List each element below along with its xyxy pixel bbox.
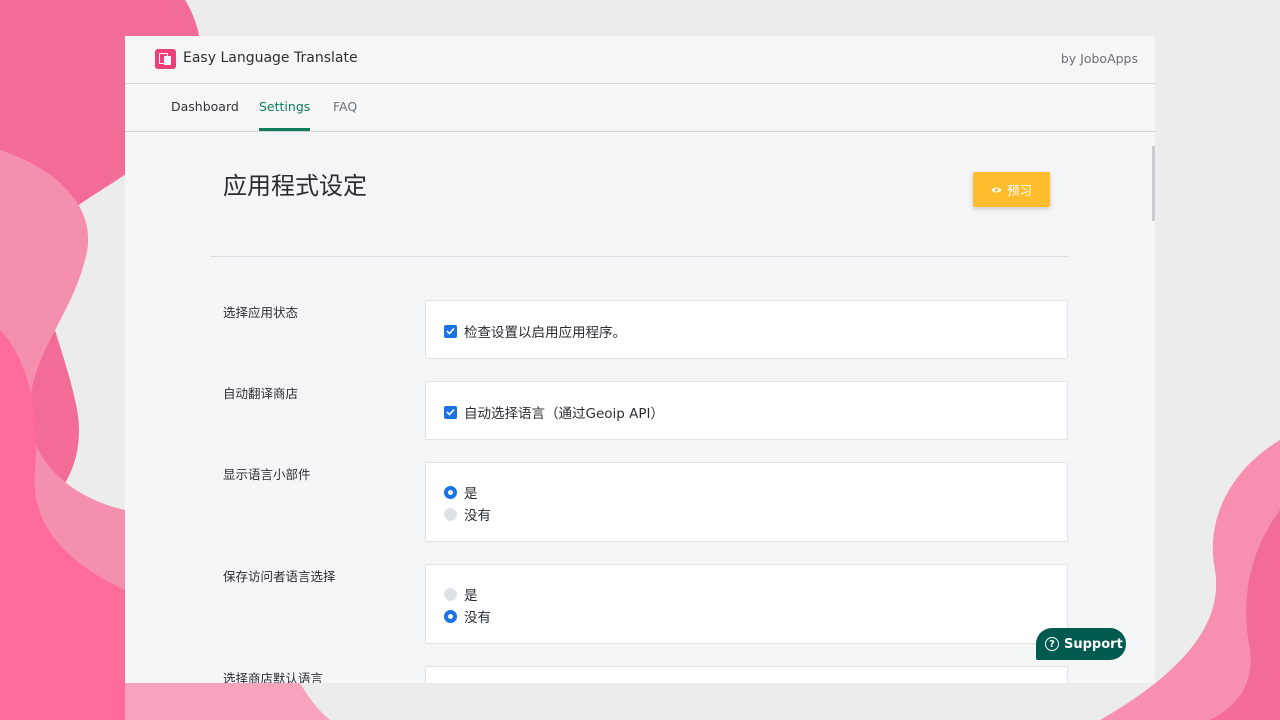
enable-app-option-label: 检查设置以启用应用程序。 — [464, 325, 626, 341]
settings-content: 应用程式设定 预习 选择应用状态 检查设置以启用应用程序。 自动翻译商店 自动选… — [125, 132, 1155, 683]
show-widget-label: 显示语言小部件 — [223, 467, 311, 482]
save-choice-card: 是 没有 — [425, 564, 1068, 644]
save-choice-no-label: 没有 — [464, 610, 491, 626]
tab-faq[interactable]: FAQ — [333, 84, 357, 131]
save-choice-yes-label: 是 — [464, 588, 478, 604]
app-logo-icon — [155, 49, 176, 69]
eye-icon — [991, 187, 1002, 192]
default-language-card: 英语 — [425, 666, 1068, 683]
save-choice-no-radio[interactable]: 没有 — [444, 606, 491, 626]
app-header: Easy Language Translate by JoboApps — [125, 36, 1155, 84]
checkbox-checked-icon — [444, 324, 457, 338]
tab-dashboard[interactable]: Dashboard — [171, 84, 239, 131]
developer-label: by JoboApps — [1060, 51, 1138, 66]
radio-unselected-icon — [444, 587, 457, 601]
nav-tabs: Dashboard Settings FAQ — [125, 84, 1155, 132]
preview-label: 预习 — [1006, 183, 1032, 198]
auto-language-option-label: 自动选择语言（通过Geoip API） — [464, 406, 664, 422]
preview-button[interactable]: 预习 — [973, 172, 1050, 207]
scrollbar[interactable] — [1152, 146, 1155, 221]
show-widget-no-label: 没有 — [464, 508, 491, 524]
question-icon: ? — [1045, 637, 1059, 651]
show-widget-yes-radio[interactable]: 是 — [444, 482, 478, 502]
auto-language-checkbox[interactable]: 自动选择语言（通过Geoip API） — [444, 402, 664, 422]
app-window: Easy Language Translate by JoboApps Dash… — [125, 36, 1155, 683]
support-label: Support — [1064, 636, 1123, 652]
radio-selected-icon — [444, 609, 457, 623]
auto-translate-card: 自动选择语言（通过Geoip API） — [425, 381, 1068, 440]
checkbox-checked-icon — [444, 405, 457, 419]
radio-selected-icon — [444, 485, 457, 499]
app-status-label: 选择应用状态 — [223, 305, 299, 320]
radio-unselected-icon — [444, 507, 457, 521]
show-widget-yes-label: 是 — [464, 486, 478, 502]
page-title: 应用程式设定 — [223, 172, 367, 200]
enable-app-checkbox[interactable]: 检查设置以启用应用程序。 — [444, 321, 626, 341]
support-button[interactable]: ? Support — [1036, 628, 1126, 660]
app-title: Easy Language Translate — [183, 50, 358, 66]
show-widget-card: 是 没有 — [425, 462, 1068, 542]
save-choice-label: 保存访问者语言选择 — [223, 569, 336, 584]
default-language-label: 选择商店默认语言 — [223, 671, 324, 683]
app-status-card: 检查设置以启用应用程序。 — [425, 300, 1068, 359]
tab-settings[interactable]: Settings — [259, 84, 311, 131]
save-choice-yes-radio[interactable]: 是 — [444, 584, 478, 604]
title-divider — [210, 256, 1069, 257]
auto-translate-label: 自动翻译商店 — [223, 386, 299, 401]
show-widget-no-radio[interactable]: 没有 — [444, 504, 491, 524]
